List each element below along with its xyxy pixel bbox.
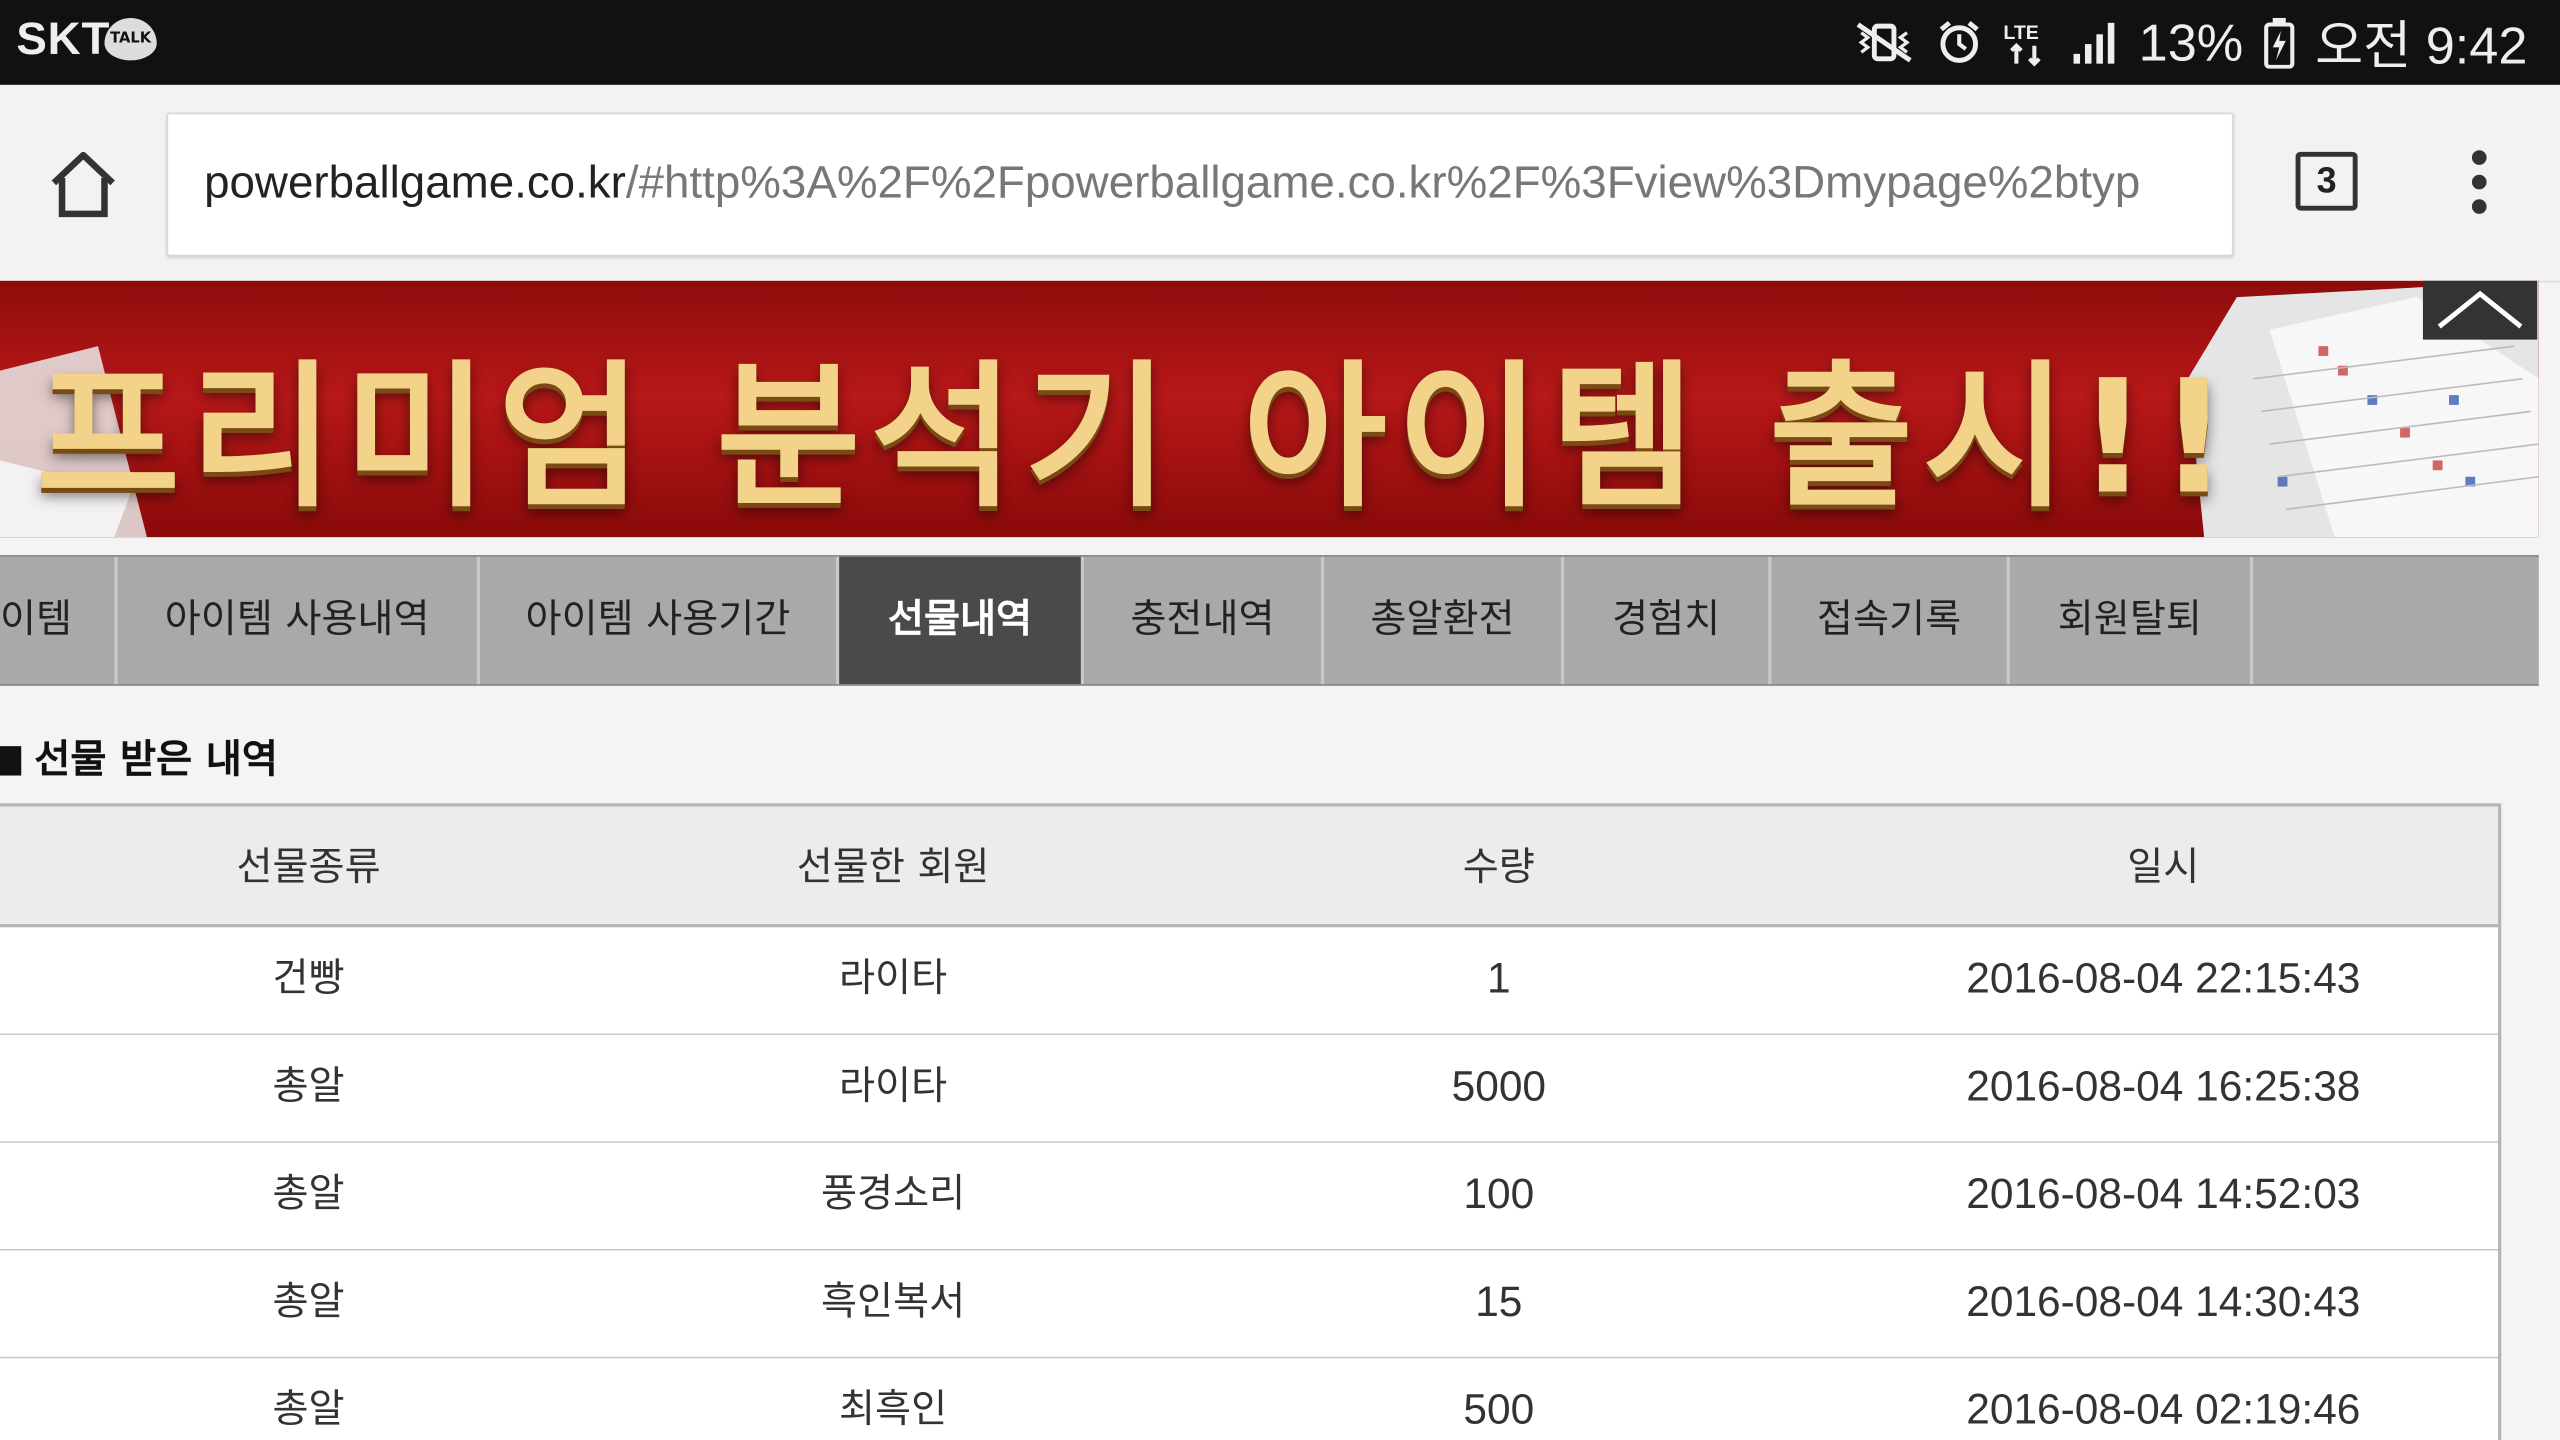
banner-title: 프리미엄 분석기 아이템 출시!!: [35, 346, 2240, 529]
tab-label: 아이템 사용기간: [525, 595, 791, 642]
datetime-cell: 2016-08-04 16:25:38: [1966, 1061, 2361, 1111]
tab-items[interactable]: 이템: [0, 556, 118, 685]
battery-percent: 13%: [2138, 12, 2244, 72]
table-row: 총알 최흑인 500 2016-08-04 02:19:46: [0, 1358, 2499, 1440]
sender-cell: 라이타: [839, 955, 948, 1001]
datetime-cell: 2016-08-04 02:19:46: [1966, 1384, 2361, 1434]
gift-type-cell: 총알: [272, 1278, 345, 1325]
column-header: 수량: [1462, 844, 1535, 890]
tab-switcher-button[interactable]: 3: [2295, 151, 2358, 211]
gift-history-table: 선물종류 선물한 회원 수량 일시 건빵 라이타 1 2016-08-04 22…: [0, 803, 2502, 1440]
tab-label: 경험치: [1612, 595, 1721, 642]
square-bullet-icon: [0, 746, 22, 776]
tab-bullet-exchange[interactable]: 총알환전: [1324, 556, 1565, 685]
sender-cell: 흑인복서: [820, 1278, 966, 1325]
tab-label: 선물내역: [887, 595, 1033, 642]
datetime-cell: 2016-08-04 14:30:43: [1966, 1276, 2361, 1326]
section-title-text: 선물 받은 내역: [34, 736, 278, 783]
section-title: 선물 받은 내역: [0, 727, 278, 784]
mypage-tabs: 이템 아이템 사용내역 아이템 사용기간 선물내역 충전내역 총알환전 경험치 …: [0, 555, 2539, 686]
column-header: 선물종류: [236, 844, 381, 890]
tab-label: 아이템 사용내역: [164, 595, 430, 642]
tab-gift-history[interactable]: 선물내역: [839, 556, 1085, 685]
sender-cell: 라이타: [839, 1062, 948, 1109]
tab-label: 회원탈퇴: [2057, 595, 2202, 642]
table-row: 총알 흑인복서 15 2016-08-04 14:30:43: [0, 1250, 2499, 1359]
gift-type-cell: 건빵: [272, 955, 345, 1001]
tab-label: 이템: [0, 595, 73, 642]
url-path: /#http%3A%2F%2Fpowerballgame.co.kr%2F%3F…: [625, 156, 2141, 208]
tab-item-usage-period[interactable]: 아이템 사용기간: [480, 556, 840, 685]
tab-label: 접속기록: [1816, 595, 1962, 642]
gift-type-cell: 총알: [272, 1386, 345, 1432]
tab-label: 충전내역: [1130, 595, 1275, 642]
table-row: 총알 풍경소리 100 2016-08-04 14:52:03: [0, 1142, 2499, 1251]
url-host: powerballgame.co.kr: [204, 156, 626, 208]
quantity-cell: 1: [1487, 953, 1511, 1003]
page: SKT TALK LTE 13% 오전 9:42 powerballgame.c…: [0, 0, 2560, 1440]
tab-item-usage-history[interactable]: 아이템 사용내역: [118, 556, 481, 685]
quantity-cell: 15: [1475, 1276, 1523, 1326]
tab-withdraw[interactable]: 회원탈퇴: [2010, 556, 2254, 685]
url-bar[interactable]: powerballgame.co.kr/#http%3A%2F%2Fpowerb…: [166, 112, 2234, 257]
tab-charge-history[interactable]: 충전내역: [1084, 556, 1325, 685]
carrier-label: SKT: [16, 13, 111, 64]
kakaotalk-icon: TALK: [104, 17, 157, 61]
lte-icon: LTE: [2002, 18, 2051, 67]
table-header: 선물종류 선물한 회원 수량 일시: [0, 803, 2499, 928]
home-icon[interactable]: [46, 147, 121, 222]
tab-access-log[interactable]: 접속기록: [1771, 556, 2010, 685]
sender-cell: 풍경소리: [820, 1170, 966, 1217]
tab-experience[interactable]: 경험치: [1564, 556, 1772, 685]
promo-banner[interactable]: 프리미엄 분석기 아이템 출시!!: [0, 280, 2539, 538]
alarm-icon: [1936, 18, 1982, 67]
table-row: 총알 라이타 5000 2016-08-04 16:25:38: [0, 1035, 2499, 1143]
datetime-cell: 2016-08-04 14:52:03: [1966, 1169, 2361, 1218]
battery-icon: [2263, 16, 2296, 69]
signal-icon: [2070, 18, 2119, 67]
column-header: 일시: [2127, 844, 2200, 890]
tab-label: 총알환전: [1370, 595, 1515, 642]
quantity-cell: 5000: [1451, 1061, 1547, 1111]
scroll-top-button[interactable]: [2422, 280, 2538, 340]
gift-type-cell: 총알: [272, 1062, 345, 1109]
clock: 오전 9:42: [2315, 16, 2528, 76]
column-header: 선물한 회원: [796, 844, 990, 890]
sender-cell: 최흑인: [839, 1386, 948, 1432]
mute-vibrate-icon: [1851, 18, 1916, 67]
datetime-cell: 2016-08-04 22:15:43: [1966, 953, 2361, 1003]
quantity-cell: 500: [1463, 1384, 1535, 1434]
gift-type-cell: 총알: [272, 1170, 345, 1217]
svg-text:LTE: LTE: [2003, 22, 2039, 44]
table-row: 건빵 라이타 1 2016-08-04 22:15:43: [0, 927, 2499, 1036]
overflow-menu-icon[interactable]: [2462, 150, 2495, 215]
status-bar: SKT TALK LTE 13% 오전 9:42: [0, 0, 2560, 85]
browser-toolbar: powerballgame.co.kr/#http%3A%2F%2Fpowerb…: [0, 84, 2560, 283]
quantity-cell: 100: [1463, 1169, 1535, 1218]
